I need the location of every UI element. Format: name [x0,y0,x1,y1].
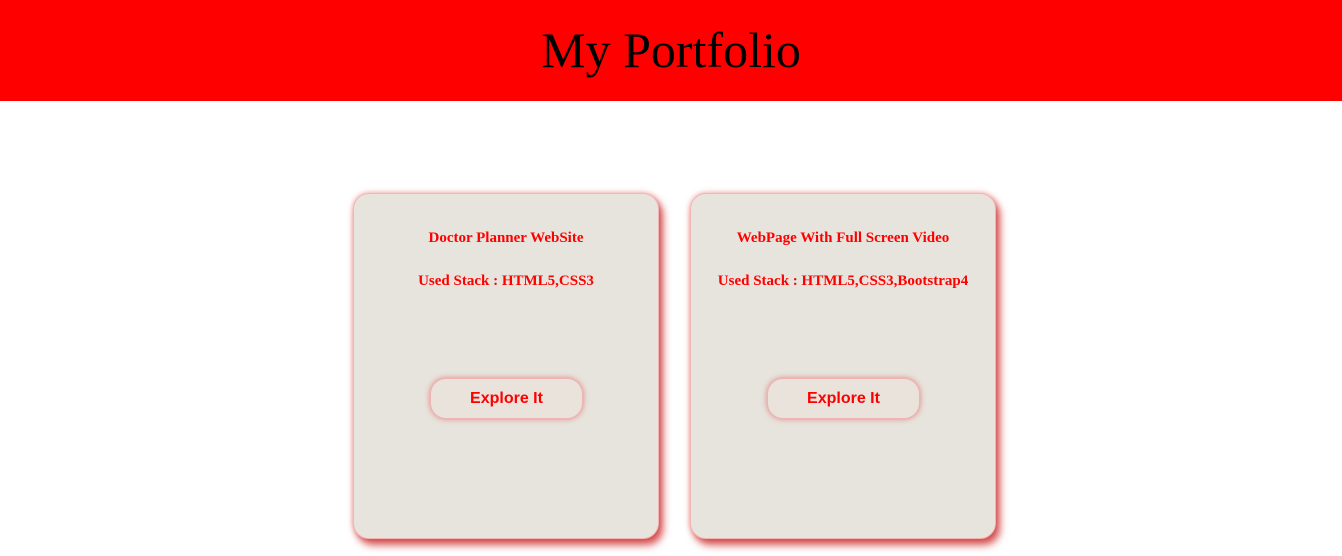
card-stack: Used Stack : HTML5,CSS3,Bootstrap4 [717,273,969,289]
project-card-fullscreen-video: WebPage With Full Screen Video Used Stac… [690,193,996,539]
explore-button[interactable]: Explore It [430,378,583,419]
page-header: My Portfolio [0,0,1342,101]
page-title: My Portfolio [541,21,801,78]
card-title: WebPage With Full Screen Video [736,230,950,246]
explore-button[interactable]: Explore It [767,378,920,419]
card-title: Doctor Planner WebSite [428,230,584,246]
project-card-doctor-planner: Doctor Planner WebSite Used Stack : HTML… [353,193,659,539]
project-cards: Doctor Planner WebSite Used Stack : HTML… [0,101,1342,556]
card-stack: Used Stack : HTML5,CSS3 [418,273,594,289]
